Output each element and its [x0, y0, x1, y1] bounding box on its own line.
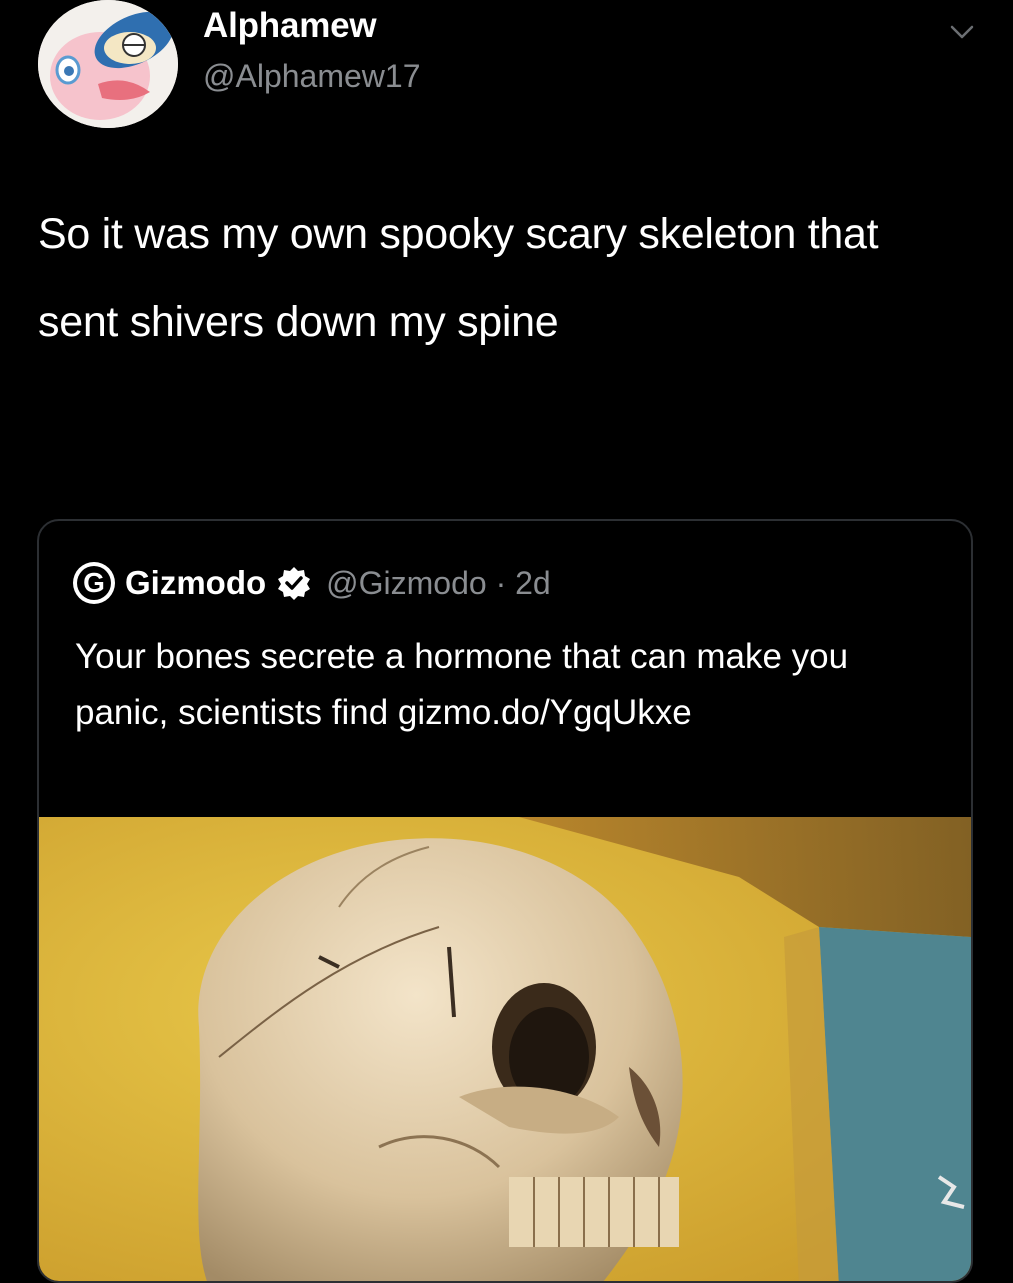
pokemon-avatar-icon: [38, 0, 178, 128]
verified-badge-icon: [278, 567, 311, 600]
skull-photo[interactable]: [39, 817, 971, 1281]
quoted-tweet-text: Your bones secrete a hormone that can ma…: [75, 637, 849, 732]
quoted-handle-and-time: @Gizmodo · 2d: [326, 564, 551, 601]
tweet: Alphamew @Alphamew17 So it was my own sp…: [0, 0, 1013, 1283]
author-handle[interactable]: @Alphamew17: [203, 58, 420, 95]
avatar[interactable]: [38, 0, 178, 128]
quoted-tweet-card[interactable]: G Gizmodo @Gizmodo · 2d Your bones secre…: [37, 519, 973, 1283]
tweet-text: So it was my own spooky scary skeleton t…: [38, 210, 879, 346]
quoted-tweet-header: G Gizmodo @Gizmodo · 2d: [73, 559, 551, 607]
author-display-name[interactable]: Alphamew: [203, 6, 377, 46]
gizmodo-logo-icon[interactable]: G: [73, 562, 115, 604]
chevron-down-icon[interactable]: [944, 14, 980, 50]
quoted-author-name[interactable]: Gizmodo: [125, 564, 266, 602]
